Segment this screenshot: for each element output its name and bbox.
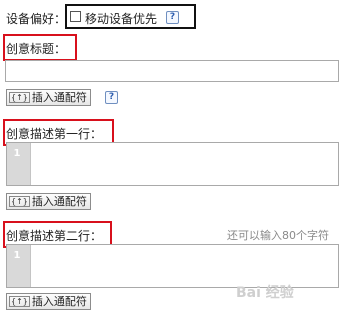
line1-line-gutter: 1 [7,143,31,185]
line1-label: 创意描述第一行： [6,127,103,141]
device-preference-label: 设备偏好： [6,12,67,26]
line1-line-number: 1 [13,148,21,159]
title-label: 创意标题： [6,42,67,56]
line2-insert-wildcard-label: 插入通配符 [31,295,87,308]
mobile-first-checkbox[interactable] [70,11,81,22]
insert-icon: {↑} [9,92,30,103]
line1-textarea[interactable]: 1 [6,142,339,186]
insert-icon: {↑} [9,296,30,307]
title-input[interactable] [5,60,339,82]
line2-line-gutter: 1 [7,245,31,287]
line2-label: 创意描述第二行： [6,229,103,243]
line2-line-number: 1 [13,250,21,261]
line1-insert-wildcard-button[interactable]: {↑} 插入通配符 [6,193,91,210]
watermark: Bai 经验 [236,285,294,301]
title-insert-wildcard-button[interactable]: {↑} 插入通配符 [6,89,91,106]
line2-char-count-hint: 还可以输入80个字符 [227,229,329,242]
line1-insert-wildcard-label: 插入通配符 [31,195,87,208]
device-help-icon[interactable]: ? [166,11,179,24]
title-insert-wildcard-label: 插入通配符 [31,91,87,104]
line2-insert-wildcard-button[interactable]: {↑} 插入通配符 [6,293,91,310]
insert-icon: {↑} [9,196,30,207]
title-help-icon[interactable]: ? [105,91,118,104]
mobile-first-label[interactable]: 移动设备优先 [85,10,157,27]
